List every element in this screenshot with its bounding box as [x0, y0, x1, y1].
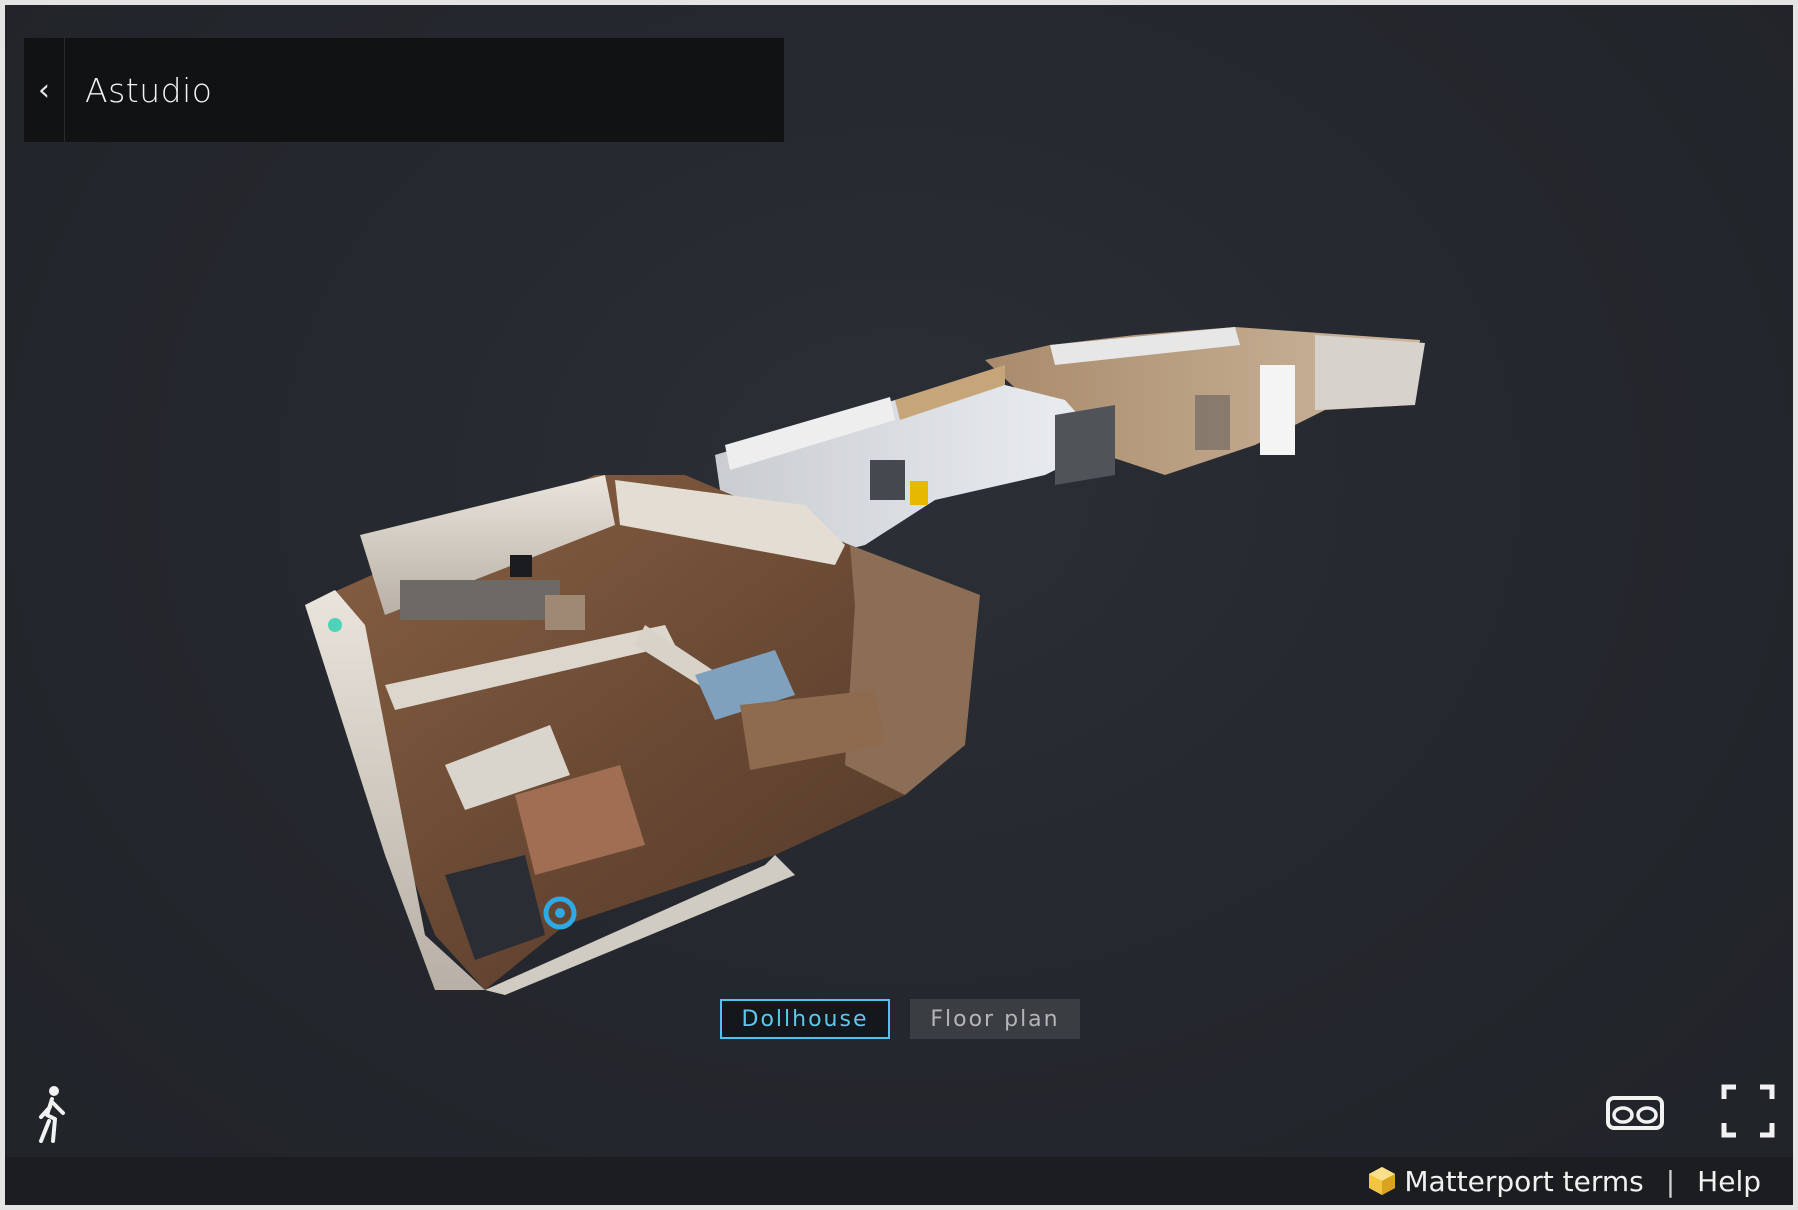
exit-sign	[910, 481, 928, 505]
matterport-logo-icon	[1369, 1167, 1396, 1195]
right-wall	[845, 545, 980, 795]
scan-point[interactable]	[328, 618, 342, 632]
dollhouse-button[interactable]: Dollhouse	[720, 999, 890, 1039]
footer-bar: Matterport terms | Help	[5, 1157, 1793, 1205]
floor-plan-button[interactable]: Floor plan	[910, 999, 1080, 1039]
position-marker-center	[555, 908, 565, 918]
back-button[interactable]: ‹	[24, 38, 65, 142]
far-room-column	[1260, 365, 1295, 455]
chevron-left-icon: ‹	[38, 72, 50, 108]
header-bar: ‹ Astudio	[24, 38, 784, 142]
corridor-block	[1055, 405, 1115, 485]
help-link[interactable]: Help	[1697, 1165, 1761, 1198]
kitchen-stool	[545, 595, 585, 630]
far-room-end	[1315, 335, 1425, 410]
corridor-door	[870, 460, 905, 500]
space-title: Astudio	[85, 70, 213, 110]
vr-goggles-icon[interactable]	[1605, 1095, 1665, 1131]
partition	[1195, 395, 1230, 450]
kitchen-counter	[400, 580, 560, 620]
terms-link[interactable]: Matterport terms	[1404, 1165, 1643, 1198]
dollhouse-model[interactable]	[5, 5, 1793, 1157]
footer-separator: |	[1665, 1164, 1676, 1198]
kitchen-screen	[510, 555, 532, 577]
fullscreen-icon[interactable]	[1720, 1083, 1776, 1139]
walk-icon[interactable]	[33, 1085, 73, 1143]
tour-viewer[interactable]: ‹ Astudio Dollhouse Floor plan Matterpor…	[5, 5, 1793, 1205]
